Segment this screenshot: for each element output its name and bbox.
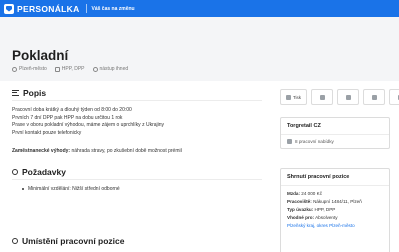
print-button-label: Tisk: [292, 94, 302, 100]
print-button[interactable]: Tisk: [280, 89, 307, 105]
summary-salary: Mzda: 24 000 Kč: [281, 189, 389, 197]
location-pin-icon: [12, 238, 18, 244]
header-slogan: Váš čas na změnu: [91, 5, 135, 12]
requirements-heading-text: Požadavky: [22, 167, 66, 177]
logo-text: PERSONÁLKA: [17, 3, 80, 14]
clock-icon: [92, 66, 98, 72]
linkedin-icon: [371, 94, 377, 100]
summary-salary-value: 24 000 Kč: [301, 190, 322, 196]
benefits-value: náhrada stravy, po zkušební době možnost…: [71, 148, 183, 154]
summary-type-value: HPP, DPP: [314, 206, 336, 212]
summary-region-link[interactable]: Plzeňský kraj, okres Plzeň-město: [281, 222, 389, 230]
description-heading-text: Popis: [23, 88, 47, 98]
briefcase-icon: [54, 66, 60, 72]
print-icon: [285, 94, 291, 100]
description-line: Pracovní doba krátký a dlouhý týden od 8…: [12, 107, 132, 113]
bulb-icon: [12, 169, 18, 175]
summary-type-label: Typ úvazku:: [287, 206, 314, 212]
requirement-text: Minimální vzdělání: Nižší střední odborn…: [28, 186, 120, 192]
description-line: Prvních 7 dní DPP pak HPP na dobu určito…: [12, 114, 123, 121]
logo-icon: [4, 3, 14, 14]
list-item: Minimální vzdělání: Nižší střední odborn…: [22, 186, 120, 192]
page-title: Pokladní: [12, 48, 69, 63]
location-heading-text: Umístění pracovní pozice: [22, 236, 125, 246]
text-lines-icon: [12, 90, 19, 96]
twitter-icon: [345, 94, 351, 100]
section-divider: [12, 179, 262, 180]
summary-salary-label: Mzda:: [287, 190, 301, 196]
description-heading: Popis: [12, 88, 46, 98]
summary-workplace-value: Nákupní 1484/11, Plzeň: [313, 198, 362, 204]
share-twitter-button[interactable]: [337, 89, 359, 105]
summary-suitable-value: Absolventy: [315, 215, 338, 221]
bullet-icon: [22, 188, 24, 190]
share-facebook-button[interactable]: [311, 89, 333, 105]
location-heading: Umístění pracovní pozice: [12, 236, 125, 246]
summary-contract-type: Typ úvazku: HPP, DPP: [281, 205, 389, 213]
employee-benefits: Zaměstnanecké výhody: náhrada stravy, po…: [12, 148, 182, 154]
site-logo[interactable]: PERSONÁLKA: [4, 3, 80, 14]
location-pin-icon: [12, 66, 17, 72]
section-divider: [12, 100, 262, 101]
job-location-text: Plzeň-město: [19, 66, 47, 72]
company-offers[interactable]: 8 pracovní nabídky: [281, 135, 389, 148]
job-description: Pracovní doba krátký a dlouhý týden od 8…: [12, 107, 164, 138]
job-location: Plzeň-město: [12, 66, 47, 72]
card-divider: [281, 185, 389, 186]
company-offers-text: 8 pracovní nabídky: [295, 139, 334, 144]
company-card: Torgretail CZ 8 pracovní nabídky: [280, 117, 390, 149]
summary-workplace-label: Pracoviště:: [287, 198, 312, 204]
share-linkedin-button[interactable]: [363, 89, 385, 105]
header-divider: [85, 4, 87, 13]
job-meta: Plzeň-město HPP, DPP nástup ihned: [12, 66, 128, 72]
summary-suitable-for: Vhodné pro: Absolventy: [281, 214, 389, 222]
job-start-text: nástup ihned: [99, 66, 129, 72]
share-toolbar: Tisk: [280, 89, 399, 105]
job-summary-card: Shrnutí pracovní pozice Mzda: 24 000 Kč …: [280, 168, 390, 252]
company-name[interactable]: Torgretail CZ: [281, 118, 389, 134]
summary-title: Shrnutí pracovní pozice: [287, 174, 350, 180]
requirements-heading: Požadavky: [12, 167, 66, 177]
list-icon: [287, 139, 292, 144]
description-line: První kontakt pouze telefonicky: [12, 130, 82, 137]
top-navigation-bar: PERSONÁLKA Váš čas na změnu: [0, 0, 399, 17]
job-contract: HPP, DPP: [54, 66, 85, 72]
summary-workplace: Pracoviště: Nákupní 1484/11, Plzeň: [281, 197, 389, 205]
job-contract-text: HPP, DPP: [61, 66, 85, 72]
job-start: nástup ihned: [92, 66, 129, 72]
share-email-button[interactable]: [389, 89, 399, 105]
description-line: Praxe v oboru pokladní výhodou, máme záj…: [12, 122, 165, 129]
benefits-label: Zaměstnanecké výhody:: [12, 148, 71, 154]
facebook-icon: [319, 94, 325, 100]
summary-suitable-label: Vhodné pro:: [287, 215, 315, 221]
